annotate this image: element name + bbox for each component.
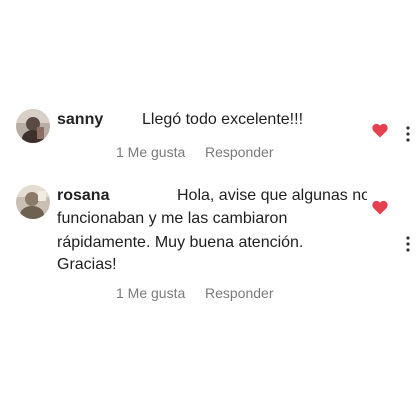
comment-item: rosana Hola, avise que algunas no funcio… [0,0,420,420]
comment-username[interactable]: rosana [57,187,109,205]
like-count[interactable]: 1 Me gusta [116,285,185,301]
comment-text-line: rápidamente. Muy buena atención. [57,234,304,251]
user-avatar-icon[interactable] [16,185,50,219]
comment-text-line: funcionaban y me las cambiaron [57,210,288,227]
more-vertical-icon[interactable] [405,236,411,252]
reply-button[interactable]: Responder [205,285,274,301]
heart-filled-icon[interactable] [372,200,388,215]
comment-text-line: Gracias! [57,256,117,273]
comments-screen: { "comments": [ { "username": "sanny", "… [0,0,420,420]
comment-text-line: Hola, avise que algunas no [177,187,367,204]
